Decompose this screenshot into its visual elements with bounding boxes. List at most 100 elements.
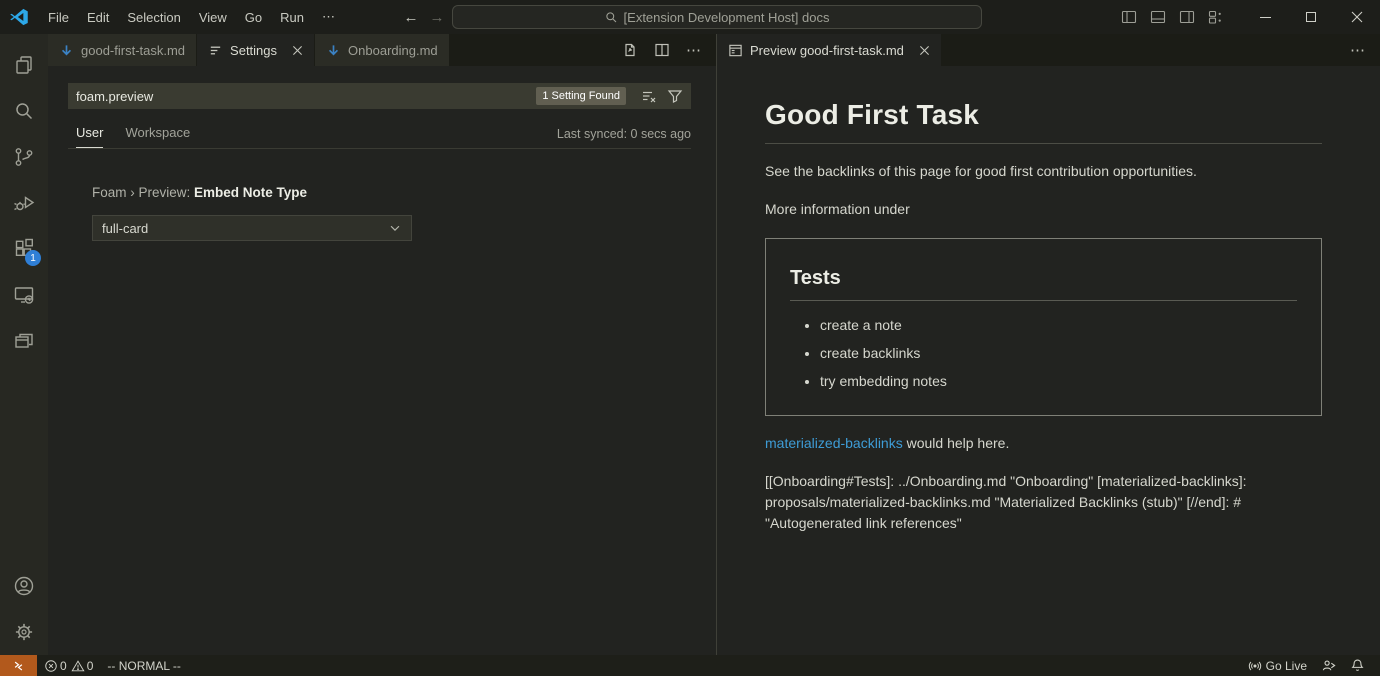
- more-actions-button[interactable]: ⋯: [686, 41, 702, 59]
- titlebar-right-controls: [1121, 0, 1380, 34]
- command-center-label: [Extension Development Host] docs: [624, 10, 830, 25]
- windows-icon: [12, 329, 36, 353]
- setting-title: Foam › Preview: Embed Note Type: [92, 185, 691, 200]
- explorer-button[interactable]: [0, 42, 48, 88]
- minimize-icon: [1260, 17, 1271, 18]
- back-button[interactable]: ←: [398, 9, 424, 26]
- title-bar: File Edit Selection View Go Run ⋯ ← → [E…: [0, 0, 1380, 34]
- notifications-button[interactable]: [1343, 655, 1372, 676]
- settings-editor-icon: [208, 43, 223, 58]
- search-view-button[interactable]: [0, 88, 48, 134]
- scope-tab-user[interactable]: User: [76, 125, 103, 148]
- settings-gear-button[interactable]: [0, 609, 48, 655]
- go-live-button[interactable]: Go Live: [1241, 655, 1314, 676]
- activity-bar: 1: [0, 34, 48, 655]
- scope-tab-workspace[interactable]: Workspace: [125, 125, 190, 148]
- menu-edit[interactable]: Edit: [78, 0, 118, 34]
- windows-view-button[interactable]: [0, 318, 48, 364]
- markdown-file-icon: [326, 43, 341, 58]
- open-settings-json-icon[interactable]: [622, 42, 638, 58]
- menu-overflow-button[interactable]: ⋯: [313, 0, 345, 34]
- embedded-note-card: Tests create a note create backlinks try…: [765, 238, 1322, 416]
- toggle-secondary-sidebar-icon[interactable]: [1179, 9, 1195, 25]
- menu-run[interactable]: Run: [271, 0, 313, 34]
- right-group-actions: ⋯: [1350, 34, 1380, 66]
- files-icon: [12, 53, 36, 77]
- left-tab-bar: good-first-task.md Settings: [48, 34, 716, 66]
- remote-explorer-button[interactable]: [0, 272, 48, 318]
- setting-category: Foam › Preview:: [92, 185, 194, 200]
- window-maximize-button[interactable]: [1288, 0, 1334, 34]
- accounts-button[interactable]: [0, 563, 48, 609]
- errors-icon: [44, 659, 58, 673]
- gear-icon: [12, 620, 36, 644]
- editor-group-left: good-first-task.md Settings: [48, 34, 717, 655]
- preview-title: Good First Task: [765, 99, 1322, 144]
- right-tab-bar: Preview good-first-task.md ⋯: [717, 34, 1380, 66]
- editor-group-right: Preview good-first-task.md ⋯ Good First …: [717, 34, 1380, 655]
- search-icon: [605, 11, 618, 24]
- run-debug-button[interactable]: [0, 180, 48, 226]
- select-value: full-card: [102, 221, 148, 236]
- broadcast-icon: [1248, 659, 1262, 673]
- list-item: try embedding notes: [820, 371, 1297, 391]
- close-icon: [292, 45, 303, 56]
- tab-label: good-first-task.md: [81, 43, 185, 58]
- tab-onboarding[interactable]: Onboarding.md: [315, 34, 450, 66]
- warnings-count: 0: [87, 659, 94, 673]
- settings-search-value: foam.preview: [76, 89, 536, 104]
- settings-editor: foam.preview 1 Setting Found: [48, 66, 716, 241]
- warnings-icon: [71, 659, 85, 673]
- link-paragraph: materialized-backlinks would help here.: [765, 433, 1322, 454]
- source-control-button[interactable]: [0, 134, 48, 180]
- tests-list: create a note create backlinks try embed…: [790, 315, 1297, 391]
- split-editor-icon[interactable]: [654, 42, 670, 58]
- status-bar-right: Go Live: [1241, 655, 1380, 676]
- remote-indicator-button[interactable]: [0, 655, 37, 676]
- list-item: create a note: [820, 315, 1297, 335]
- menu-go[interactable]: Go: [236, 0, 271, 34]
- live-share-icon: [1321, 658, 1336, 673]
- open-preview-icon: [728, 43, 743, 58]
- forward-button[interactable]: →: [424, 9, 450, 26]
- filter-settings-button[interactable]: [664, 88, 686, 104]
- clear-settings-search-button[interactable]: [638, 88, 660, 104]
- embed-note-type-select[interactable]: full-card: [92, 215, 412, 241]
- menu-view[interactable]: View: [190, 0, 236, 34]
- close-tab-button[interactable]: [292, 45, 303, 56]
- more-actions-button[interactable]: ⋯: [1350, 41, 1366, 59]
- bell-icon: [1350, 658, 1365, 673]
- customize-layout-icon[interactable]: [1208, 9, 1224, 25]
- toggle-panel-icon[interactable]: [1150, 9, 1166, 25]
- preview-paragraph: See the backlinks of this page for good …: [765, 161, 1322, 182]
- menu-file[interactable]: File: [39, 0, 78, 34]
- command-center-search[interactable]: [Extension Development Host] docs: [452, 5, 982, 29]
- window-minimize-button[interactable]: [1242, 0, 1288, 34]
- toggle-primary-sidebar-icon[interactable]: [1121, 9, 1137, 25]
- command-center-cluster: ← → [Extension Development Host] docs: [398, 0, 982, 34]
- left-group-actions: ⋯: [622, 34, 716, 66]
- extensions-button[interactable]: 1: [0, 226, 48, 272]
- materialized-backlinks-link[interactable]: materialized-backlinks: [765, 435, 903, 451]
- link-references-paragraph: [[Onboarding#Tests]: ../Onboarding.md "O…: [765, 471, 1322, 534]
- chevron-down-icon: [388, 221, 402, 235]
- setting-item: Foam › Preview: Embed Note Type full-car…: [92, 185, 691, 241]
- problems-button[interactable]: 0 0: [37, 655, 100, 676]
- source-control-icon: [12, 145, 36, 169]
- preview-paragraph: More information under: [765, 199, 1322, 220]
- live-share-button[interactable]: [1314, 655, 1343, 676]
- list-item: create backlinks: [820, 343, 1297, 363]
- settings-search-input[interactable]: foam.preview 1 Setting Found: [68, 83, 691, 109]
- vim-mode-indicator[interactable]: -- NORMAL --: [100, 655, 188, 676]
- go-live-label: Go Live: [1266, 659, 1307, 673]
- vscode-logo-icon: [9, 7, 29, 27]
- window-close-button[interactable]: [1334, 0, 1380, 34]
- funnel-filter-icon: [667, 88, 683, 104]
- tab-good-first-task[interactable]: good-first-task.md: [48, 34, 197, 66]
- tab-settings[interactable]: Settings: [197, 34, 315, 66]
- status-bar: 0 0 -- NORMAL -- Go Live: [0, 655, 1380, 676]
- tests-heading: Tests: [790, 267, 1297, 301]
- menu-selection[interactable]: Selection: [118, 0, 189, 34]
- close-tab-button[interactable]: [919, 45, 930, 56]
- tab-preview-good-first-task[interactable]: Preview good-first-task.md: [717, 34, 942, 66]
